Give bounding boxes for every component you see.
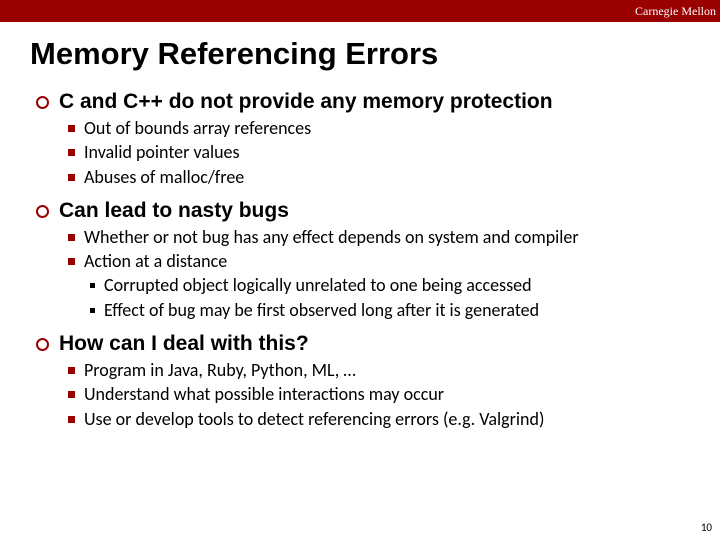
square-bullet-icon (68, 234, 75, 241)
square-bullet-icon (68, 391, 75, 398)
list-item-text: Whether or not bug has any effect depend… (84, 225, 579, 249)
list-item-text: Use or develop tools to detect referenci… (84, 407, 544, 431)
section-heading: C and C++ do not provide any memory prot… (36, 90, 700, 114)
square-bullet-icon (68, 149, 75, 156)
sub-list-item: Effect of bug may be first observed long… (90, 298, 700, 322)
list-item: Whether or not bug has any effect depend… (68, 225, 700, 249)
list-item: Action at a distance (68, 249, 700, 273)
section-heading-text: C and C++ do not provide any memory prot… (59, 90, 553, 114)
sub-list-item-text: Corrupted object logically unrelated to … (104, 273, 532, 297)
square-bullet-icon (68, 367, 75, 374)
square-bullet-icon (68, 416, 75, 423)
ring-bullet-icon (36, 338, 49, 351)
list-item-text: Action at a distance (84, 249, 227, 273)
list-item-text: Out of bounds array references (84, 116, 311, 140)
header-bar: Carnegie Mellon (0, 0, 720, 22)
list-item: Use or develop tools to detect referenci… (68, 407, 700, 431)
section-heading-text: Can lead to nasty bugs (59, 199, 289, 223)
list-item: Understand what possible interactions ma… (68, 382, 700, 406)
slide-content: C and C++ do not provide any memory prot… (44, 90, 700, 431)
list-item: Abuses of malloc/free (68, 165, 700, 189)
list-item-text: Abuses of malloc/free (84, 165, 244, 189)
list-item-text: Understand what possible interactions ma… (84, 382, 444, 406)
square-bullet-icon (68, 258, 75, 265)
ring-bullet-icon (36, 96, 49, 109)
small-square-bullet-icon (90, 308, 95, 313)
section-heading-text: How can I deal with this? (59, 332, 309, 356)
list-item: Program in Java, Ruby, Python, ML, … (68, 358, 700, 382)
list-item-text: Program in Java, Ruby, Python, ML, … (84, 358, 356, 382)
section-heading: Can lead to nasty bugs (36, 199, 700, 223)
sub-list-item-text: Effect of bug may be first observed long… (104, 298, 539, 322)
list-item: Invalid pointer values (68, 140, 700, 164)
square-bullet-icon (68, 174, 75, 181)
list-item: Out of bounds array references (68, 116, 700, 140)
brand-label: Carnegie Mellon (635, 4, 716, 19)
sub-list-item: Corrupted object logically unrelated to … (90, 273, 700, 297)
small-square-bullet-icon (90, 283, 95, 288)
section-heading: How can I deal with this? (36, 332, 700, 356)
page-number: 10 (701, 521, 712, 534)
square-bullet-icon (68, 125, 75, 132)
ring-bullet-icon (36, 205, 49, 218)
list-item-text: Invalid pointer values (84, 140, 240, 164)
slide-title: Memory Referencing Errors (30, 36, 720, 72)
